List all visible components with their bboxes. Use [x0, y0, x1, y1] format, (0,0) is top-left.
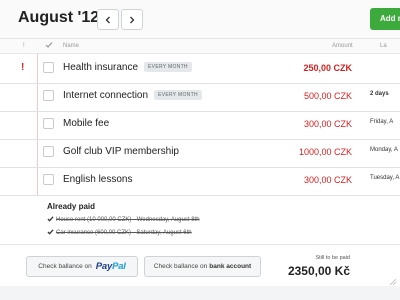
recurrence-badge: EVERY MONTH: [144, 62, 192, 72]
item-due: Tuesday, A: [370, 175, 400, 181]
item-name: Mobile fee: [63, 118, 110, 129]
already-paid-section: Already paid House rent (10 000,00 CZK) …: [0, 196, 400, 242]
item-amount: 1000,00 CZK: [298, 147, 352, 157]
column-header: ! Name Amount La: [0, 38, 400, 54]
item-name: Health insurance EVERY MONTH: [63, 62, 192, 73]
item-name: Internet connection EVERY MONTH: [63, 90, 202, 101]
prev-month-button[interactable]: [97, 9, 119, 30]
header: August '12 Add ne: [0, 0, 400, 38]
table-row[interactable]: ! Health insurance EVERY MONTH 250,00 CZK: [0, 54, 400, 84]
button-label: Check ballance on: [38, 263, 92, 270]
column-name[interactable]: Name: [63, 43, 79, 49]
check-icon: [45, 42, 53, 48]
chevron-right-icon: [130, 16, 135, 23]
table-row[interactable]: Golf club VIP membership 1000,00 CZK Mon…: [0, 138, 400, 168]
check-icon: [47, 216, 54, 222]
check-paypal-button[interactable]: Check ballance on PayPal: [26, 256, 138, 277]
table-row[interactable]: English lessons 300,00 CZK Tuesday, A: [0, 166, 400, 196]
check-bank-button[interactable]: Check ballance on bank account: [144, 256, 261, 277]
paid-item: House rent (10 000,00 CZK) - Wednesday, …: [47, 216, 200, 223]
item-due: Monday, A: [370, 147, 398, 153]
table-row[interactable]: Mobile fee 300,00 CZK Friday, A: [0, 110, 400, 140]
paid-checkbox[interactable]: [43, 174, 54, 185]
paid-checkbox[interactable]: [43, 62, 54, 73]
check-icon: [47, 229, 54, 235]
total-label: Still to be paid: [315, 255, 350, 261]
item-name: Golf club VIP membership: [63, 146, 179, 157]
paid-checkbox[interactable]: [43, 90, 54, 101]
resize-handle-icon[interactable]: [390, 279, 396, 285]
paid-checkbox[interactable]: [43, 118, 54, 129]
recurrence-badge: EVERY MONTH: [154, 90, 202, 100]
paypal-logo-icon: PayPal: [95, 261, 126, 272]
column-priority: !: [23, 43, 25, 49]
table-row[interactable]: Internet connection EVERY MONTH 500,00 CZ…: [0, 82, 400, 112]
chevron-left-icon: [105, 16, 110, 23]
already-paid-title: Already paid: [47, 202, 96, 211]
footer: Check ballance on PayPal Check ballance …: [0, 244, 400, 286]
column-amount[interactable]: Amount: [332, 43, 353, 49]
item-amount: 250,00 CZK: [303, 63, 352, 73]
add-new-button[interactable]: Add ne: [370, 8, 400, 30]
page-title: August '12: [18, 9, 100, 26]
column-last[interactable]: La: [380, 43, 387, 49]
paid-item: Car insurance (600,00 CZK) - Saturday, A…: [47, 229, 192, 236]
paid-item-text: House rent (10 000,00 CZK) - Wednesday, …: [56, 217, 200, 223]
item-due: 2 days: [370, 91, 389, 97]
item-amount: 300,00 CZK: [303, 119, 352, 129]
priority-flag: !: [21, 62, 25, 73]
total-value: 2350,00 Kč: [287, 264, 350, 278]
paid-checkbox[interactable]: [43, 146, 54, 157]
paid-item-text: Car insurance (600,00 CZK) - Saturday, A…: [56, 230, 192, 236]
item-amount: 300,00 CZK: [303, 175, 352, 185]
item-due: Friday, A: [370, 119, 394, 125]
next-month-button[interactable]: [121, 9, 143, 30]
button-label: Check ballance on: [153, 263, 208, 270]
payments-table: ! Health insurance EVERY MONTH 250,00 CZK…: [0, 54, 400, 244]
item-name: English lessons: [63, 174, 133, 185]
button-label-strong: bank account: [209, 263, 252, 270]
item-amount: 500,00 CZK: [303, 91, 352, 101]
